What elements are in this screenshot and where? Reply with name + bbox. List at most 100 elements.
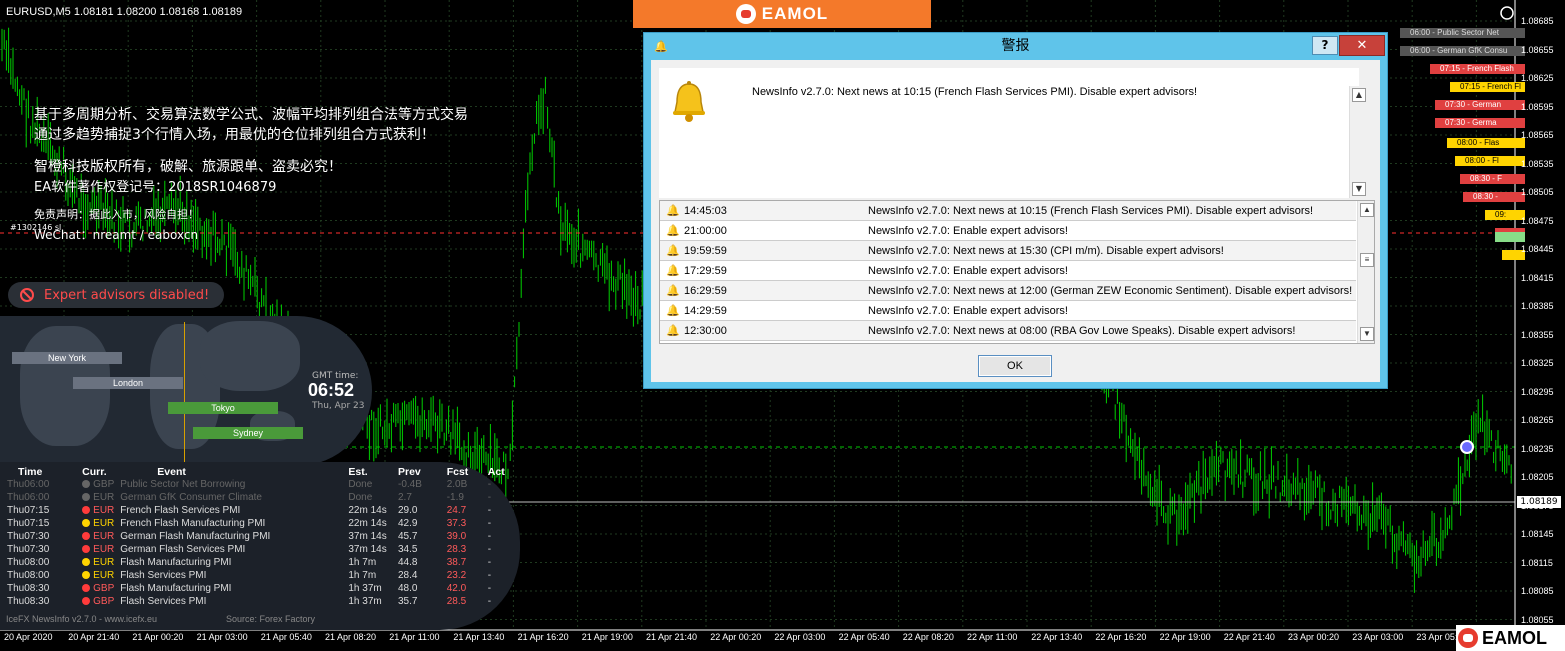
alert-history-row[interactable]: 🔔 19:59:59 NewsInfo v2.7.0: Next news at 1… [660,241,1356,261]
news-event: German Flash Manufacturing PMI [120,531,271,542]
bell-icon [673,81,705,122]
news-footer-version: IceFX NewsInfo v2.7.0 - www.icefx.eu [6,614,158,624]
event-bar: 07:30 - German [1435,100,1525,110]
news-row: Thu08:00 EUR Flash Services PMI 1h 7m 28.4 23… [4,569,520,582]
event-bar: 07:30 - Germa [1435,118,1525,128]
current-price-tag: 1.08189 [1517,496,1561,508]
alert-history-list: 🔔 14:45:03 NewsInfo v2.7.0: Next news at 1… [659,200,1375,344]
news-time: 07:15 [24,518,50,529]
news-day: Thu [7,570,25,581]
message-area: NewsInfo v2.7.0: Next news at 10:15 (Fre… [659,68,1366,198]
scroll-down-icon[interactable]: ▼ [1360,327,1374,341]
news-event: French Flash Manufacturing PMI [120,518,266,529]
news-fcst: 28.3 [446,544,467,555]
robot-logo-icon [1458,628,1478,648]
alert-time: 16:29:59 [684,285,727,297]
list-scrollbar[interactable]: ▲ ≡ ▼ [1357,201,1374,343]
news-fcst: 37.3 [446,518,467,529]
event-bar: 06:00 - Public Sector Net [1400,28,1525,38]
order-label: #1302146 sl [10,223,62,232]
alert-time: 19:59:59 [684,245,727,257]
event-bar: 06:00 - German GfK Consu [1400,46,1525,56]
help-button[interactable]: ? [1312,36,1338,55]
price-tick-label: 1.08655 [1521,44,1554,55]
price-tick-label: 1.08205 [1521,472,1554,482]
news-act: - [487,596,492,607]
news-act: - [487,505,492,516]
price-tick-label: 1.08535 [1521,158,1554,169]
news-row: Thu07:15 EUR French Flash Services PMI 22m … [4,504,520,517]
news-currency: EUR [93,544,115,555]
news-prev: 28.4 [398,570,418,581]
overlay-text-line5: 免责声明：据此入市，风险自担！ [34,208,199,221]
scroll-up-icon[interactable]: ▲ [1360,203,1374,217]
price-tick-label: 1.08055 [1521,614,1554,625]
time-tick-label: 21 Apr 00:20 [132,632,184,642]
news-row: Thu06:00 GBP Public Sector Net Borrowing Do… [4,478,520,491]
time-tick-label: 21 Apr 05:40 [260,632,312,642]
event-bar: 07:15 - French Fl [1450,82,1525,92]
news-day: Thu [7,531,25,542]
news-day: Thu [7,544,25,555]
dialog-body: NewsInfo v2.7.0: Next news at 10:15 (Fre… [651,60,1380,382]
event-bar: 07:15 - French Flash [1430,64,1525,74]
news-day: Thu [7,505,25,516]
overlay-text-line1: 基于多周期分析、交易算法数学公式、波幅平均排列组合法等方式交易 [34,107,468,123]
alert-time: 14:29:59 [684,305,727,317]
news-act: - [487,583,492,594]
impact-dot-icon [82,532,91,541]
scroll-grip-icon[interactable]: ≡ [1360,253,1374,267]
news-act: - [487,531,492,542]
col-fcst: Fcst [446,466,469,478]
price-tick-label: 1.08085 [1521,586,1554,596]
scroll-up-icon[interactable]: ▲ [1352,88,1366,102]
news-row: Thu07:15 EUR French Flash Manufacturing PM… [4,517,520,530]
close-button[interactable]: ✕ [1339,35,1385,56]
news-act: - [487,557,492,568]
impact-dot-icon [82,519,91,528]
news-footer-source: Source: Forex Factory [226,614,316,624]
message-scrollbar[interactable]: ▲ ▼ [1349,86,1366,198]
alert-history-row[interactable]: 🔔 14:29:59 NewsInfo v2.7.0: Enable expert … [660,301,1356,321]
news-time: 08:30 [24,596,50,607]
news-est: Done [348,492,373,503]
alert-history-row[interactable]: 🔔 14:45:03 NewsInfo v2.7.0: Next news at 1… [660,201,1356,221]
news-est: 37m 14s [348,531,387,542]
alert-text: NewsInfo v2.7.0: Enable expert advisors! [868,265,1068,277]
brand-corner-logo: EAMOL [1456,625,1565,651]
news-event: French Flash Services PMI [120,505,241,516]
time-tick-label: 20 Apr 21:40 [68,632,120,642]
time-tick-label: 22 Apr 16:20 [1095,632,1147,642]
overlay-text-line3: 智橙科技版权所有，破解、旅源跟单、盗卖必究！ [34,159,342,175]
session-newyork: New York [12,352,122,364]
bell-icon: 🔔 [666,205,680,217]
alert-time: 17:29:59 [684,265,727,277]
session-map-panel: New York London Tokyo Sydney GMT time: 0… [0,316,372,466]
alert-history-row[interactable]: 🔔 21:00:00 NewsInfo v2.7.0: Enable expert … [660,221,1356,241]
news-day: Thu [7,479,25,490]
col-prev: Prev [398,466,421,478]
news-prev: 35.7 [398,596,418,607]
time-tick-label: 21 Apr 19:00 [581,632,633,642]
news-prev: 2.7 [398,492,412,503]
time-tick-label: 22 Apr 08:20 [902,632,954,642]
ea-status-badge: Expert advisors disabled! [8,282,224,308]
impact-dot-icon [82,545,91,554]
price-tick-label: 1.08445 [1521,244,1554,254]
alert-history-row[interactable]: 🔔 16:29:59 NewsInfo v2.7.0: Next news at 1… [660,281,1356,301]
overlay-text-line2: 通过多趋势捕捉3个行情入场，用最优的仓位排列组合方式获利！ [34,127,435,143]
alert-history-row[interactable]: 🔔 17:29:59 NewsInfo v2.7.0: Enable expert … [660,261,1356,281]
ok-button[interactable]: OK [978,355,1052,377]
time-tick-label: 21 Apr 11:00 [389,632,440,642]
impact-dot-icon [82,584,91,593]
price-tick-label: 1.08415 [1521,272,1554,283]
time-tick-label: 21 Apr 13:40 [453,632,505,642]
news-day: Thu [7,492,25,503]
impact-dot-icon [82,597,91,606]
overlay-text-line4: EA软件著作权登记号：2018SR1046879 [34,180,277,195]
alert-history-row[interactable]: 🔔 12:30:00 NewsInfo v2.7.0: Next news at 0… [660,321,1356,341]
news-est: 1h 7m [348,557,377,568]
alert-time: 12:30:00 [684,325,727,337]
news-time: 07:30 [24,531,50,542]
scroll-down-icon[interactable]: ▼ [1352,182,1366,196]
